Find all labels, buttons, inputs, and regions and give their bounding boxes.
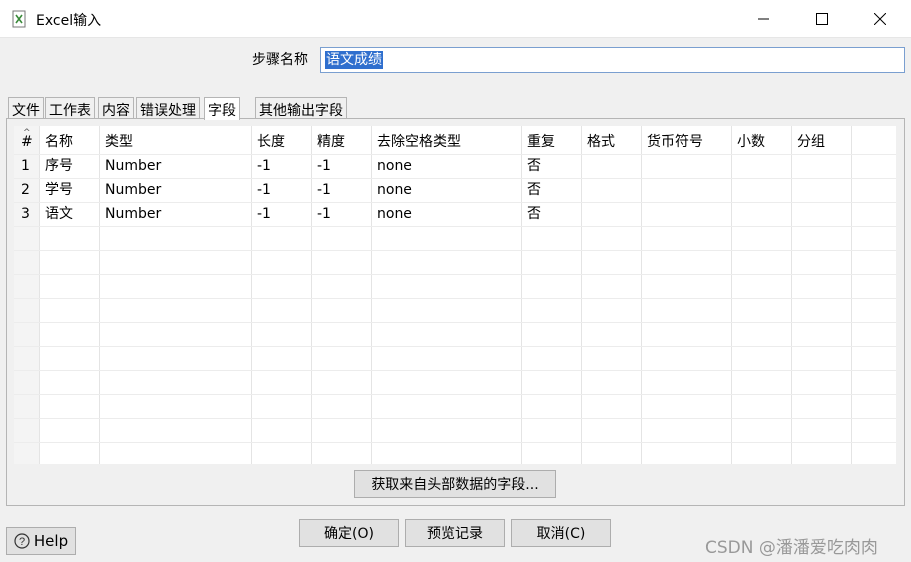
svg-text:?: ? xyxy=(19,536,25,548)
col-header-name[interactable]: 名称 xyxy=(39,130,73,154)
table-header: ^ # 名称 类型 长度 精度 去除空格类型 重复 格式 货币符号 小数 分组 xyxy=(14,126,896,154)
table-cell-precision[interactable]: -1 xyxy=(311,154,331,178)
col-header-repeat[interactable]: 重复 xyxy=(521,130,555,154)
minimize-button[interactable] xyxy=(735,0,793,38)
table-cell-name[interactable]: 学号 xyxy=(39,178,73,202)
fields-panel: ^ # 名称 类型 长度 精度 去除空格类型 重复 格式 货币符号 小数 分组 … xyxy=(6,118,905,506)
close-icon xyxy=(874,13,886,25)
spoon-excel-icon xyxy=(12,10,26,28)
col-header-number[interactable]: # xyxy=(15,130,33,154)
maximize-icon xyxy=(816,13,828,25)
fields-table[interactable]: ^ # 名称 类型 长度 精度 去除空格类型 重复 格式 货币符号 小数 分组 … xyxy=(14,126,896,464)
table-cell-type[interactable]: Number xyxy=(99,202,161,226)
table-cell-repeat[interactable]: 否 xyxy=(521,178,541,202)
cancel-button[interactable]: 取消(C) xyxy=(511,519,611,547)
col-header-trim-type[interactable]: 去除空格类型 xyxy=(371,130,461,154)
table-cell-type[interactable]: Number xyxy=(99,178,161,202)
step-name-value: 语文成绩 xyxy=(325,51,383,69)
table-cell-trim-type[interactable]: none xyxy=(371,154,412,178)
table-row-number: 3 xyxy=(21,206,30,222)
tab-content[interactable]: 内容 xyxy=(98,97,134,119)
table-row-number: 2 xyxy=(21,182,30,198)
tab-other-output-fields[interactable]: 其他输出字段 xyxy=(255,97,347,119)
tab-fields[interactable]: 字段 xyxy=(204,97,240,120)
close-button[interactable] xyxy=(851,0,909,38)
help-icon: ? xyxy=(14,533,30,549)
table-cell-precision[interactable]: -1 xyxy=(311,178,331,202)
table-cell-repeat[interactable]: 否 xyxy=(521,202,541,226)
step-name-input[interactable]: 语文成绩 xyxy=(320,47,905,73)
maximize-button[interactable] xyxy=(793,0,851,38)
tab-error-handling[interactable]: 错误处理 xyxy=(136,97,200,119)
col-header-precision[interactable]: 精度 xyxy=(311,130,345,154)
table-cell-length[interactable]: -1 xyxy=(251,202,271,226)
table-cell-length[interactable]: -1 xyxy=(251,178,271,202)
table-cell-repeat[interactable]: 否 xyxy=(521,154,541,178)
table-cell-name[interactable]: 语文 xyxy=(39,202,73,226)
table-cell-precision[interactable]: -1 xyxy=(311,202,331,226)
col-header-group[interactable]: 分组 xyxy=(791,130,825,154)
title-bar: Excel输入 xyxy=(0,0,911,38)
tab-worksheet[interactable]: 工作表 xyxy=(45,97,95,119)
window-title: Excel输入 xyxy=(36,13,102,29)
table-cell-type[interactable]: Number xyxy=(99,154,161,178)
col-header-length[interactable]: 长度 xyxy=(251,130,285,154)
col-header-decimal[interactable]: 小数 xyxy=(731,130,765,154)
table-cell-name[interactable]: 序号 xyxy=(39,154,73,178)
table-cell-trim-type[interactable]: none xyxy=(371,178,412,202)
get-fields-from-header-button[interactable]: 获取来自头部数据的字段... xyxy=(354,470,556,498)
col-header-type[interactable]: 类型 xyxy=(99,130,133,154)
help-label: Help xyxy=(33,532,69,550)
ok-button[interactable]: 确定(O) xyxy=(299,519,399,547)
minimize-icon xyxy=(758,18,769,20)
table-cell-length[interactable]: -1 xyxy=(251,154,271,178)
step-name-label: 步骤名称 xyxy=(252,52,308,68)
table-row-number: 1 xyxy=(21,158,30,174)
col-header-format[interactable]: 格式 xyxy=(581,130,615,154)
col-header-currency[interactable]: 货币符号 xyxy=(641,130,703,154)
preview-records-button[interactable]: 预览记录 xyxy=(405,519,505,547)
watermark: CSDN @潘潘爱吃肉肉 xyxy=(705,538,878,558)
tab-file[interactable]: 文件 xyxy=(8,97,44,119)
table-cell-trim-type[interactable]: none xyxy=(371,202,412,226)
help-button[interactable]: ? Help xyxy=(6,527,76,555)
